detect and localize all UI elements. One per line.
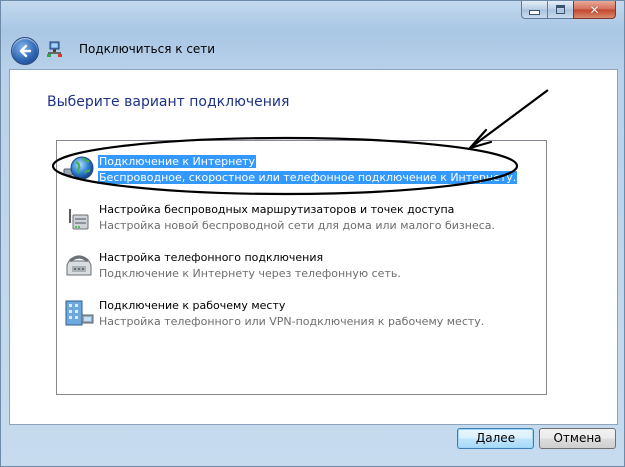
close-button[interactable]: ✕ [573, 1, 616, 19]
network-wizard-icon [47, 41, 62, 57]
wizard-window: ✕ Подключиться к сети Выберите вариант п… [0, 0, 625, 467]
option-description: Настройка новой беспроводной сети для до… [99, 219, 496, 232]
option-workplace[interactable]: Подключение к рабочему месту Настройка т… [63, 297, 493, 335]
back-button[interactable] [11, 37, 39, 65]
minimize-button[interactable] [521, 1, 547, 19]
cancel-button[interactable]: Отмена [539, 428, 616, 449]
dialup-modem-icon [66, 255, 92, 276]
caption-buttons: ✕ [521, 1, 616, 20]
option-internet[interactable]: Подключение к Интернету Беспроводное, ск… [63, 153, 518, 191]
connection-options-list: Подключение к Интернету Беспроводное, ск… [56, 140, 547, 395]
option-title: Настройка телефонного подключения [99, 251, 324, 264]
option-dialup[interactable]: Настройка телефонного подключения Подклю… [63, 249, 493, 287]
minimize-icon [529, 10, 540, 15]
next-button[interactable]: Далее [457, 428, 534, 449]
option-description: Подключение к Интернету через телефонную… [99, 267, 401, 280]
option-wireless-router[interactable]: Настройка беспроводных маршрутизаторов и… [63, 201, 496, 239]
option-title: Настройка беспроводных маршрутизаторов и… [99, 203, 455, 216]
close-icon: ✕ [589, 2, 600, 17]
back-arrow-icon [19, 44, 32, 58]
wizard-content: Выберите вариант подключения Подключение… [9, 69, 618, 425]
option-description: Беспроводное, скоростное или телефонное … [98, 171, 518, 184]
maximize-icon [556, 5, 565, 14]
workplace-network-icon [65, 300, 94, 326]
wireless-router-icon [69, 209, 89, 230]
globe-network-icon [63, 156, 94, 180]
option-title: Подключение к Интернету [98, 155, 257, 168]
wizard-title: Подключиться к сети [79, 42, 216, 56]
option-title: Подключение к рабочему месту [99, 299, 286, 312]
maximize-button[interactable] [547, 1, 573, 19]
option-description: Настройка телефонного или VPN-подключени… [99, 315, 485, 328]
page-heading: Выберите вариант подключения [47, 94, 290, 110]
